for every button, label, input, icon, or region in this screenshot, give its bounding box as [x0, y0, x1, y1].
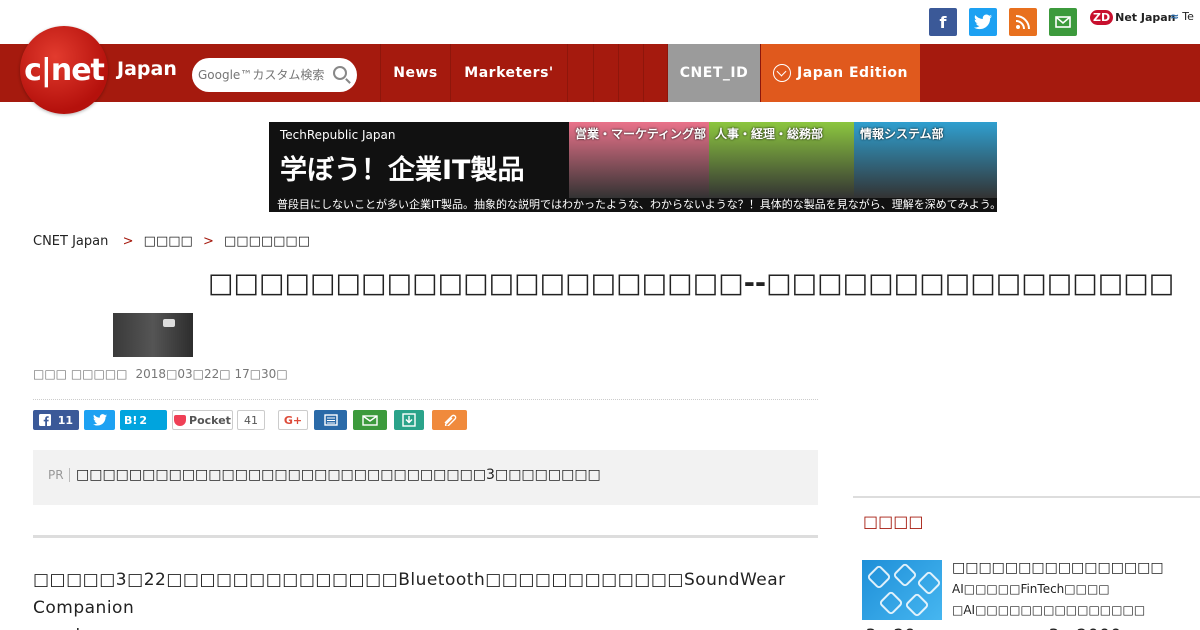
google-plus-icon: G+	[283, 413, 303, 427]
sidebar-item-image[interactable]	[862, 560, 942, 620]
paperclip-icon	[444, 414, 456, 426]
banner-ad[interactable]: TechRepublic Japan 学ぼう！企業IT製品 営業・マーケティング…	[269, 122, 997, 212]
banner-left-panel: TechRepublic Japan 学ぼう！企業IT製品	[269, 122, 569, 198]
nav-item-5[interactable]	[618, 44, 643, 102]
pocket-label: Pocket	[189, 413, 231, 427]
save-button[interactable]	[394, 410, 424, 430]
twitter-bird-icon	[974, 14, 992, 30]
sidebar-title: □□□□	[863, 512, 924, 531]
breadcrumb-level2[interactable]: □□□□□□□	[224, 234, 310, 249]
nav-item-marketers[interactable]: Marketers'	[450, 44, 567, 102]
publish-date: 2018□03□22□ 17□30□	[135, 367, 288, 381]
pr-tag: PR	[48, 468, 70, 482]
pocket-icon	[174, 414, 187, 426]
twitter-icon[interactable]	[969, 8, 997, 36]
clip-button[interactable]	[432, 410, 467, 430]
nav-japan-edition[interactable]: Japan Edition	[760, 44, 920, 102]
mail-share-button[interactable]	[353, 410, 387, 430]
hexagon-icon	[904, 592, 930, 618]
envelope-icon	[1055, 16, 1071, 28]
hexagon-icon	[916, 570, 942, 596]
sidebar-divider	[853, 496, 1200, 498]
pocket-count: 41	[237, 410, 265, 430]
author-photo	[113, 313, 193, 357]
nav-item-news[interactable]: News	[380, 44, 450, 102]
print-icon	[323, 414, 338, 426]
pr-box[interactable]: PR □□□□□□□□□□□□□□□□□□□□□□□□□□□□□□□3□□□□□…	[33, 450, 818, 505]
rss-glyph-icon	[1015, 15, 1030, 30]
author-name[interactable]: □□□ □□□□□	[33, 367, 128, 381]
nav-item-3[interactable]	[567, 44, 593, 102]
mail-icon[interactable]	[1049, 8, 1077, 36]
techrepublic-logo-icon: ≈	[1170, 10, 1180, 23]
hatena-bookmark-icon: B!	[124, 413, 138, 427]
rss-icon[interactable]	[1009, 8, 1037, 36]
cnet-logo-text: c|net	[24, 52, 105, 88]
breadcrumb-level1[interactable]: □□□□	[144, 234, 193, 249]
byline: □□□ □□□□□ 2018□03□22□ 17□30□	[33, 367, 288, 381]
download-icon	[402, 413, 416, 427]
banner-footer: 普段目にしないことが多い企業IT製品。抽象的な説明ではわかったような、わからない…	[269, 198, 997, 212]
zdnet-logo: ZD	[1090, 10, 1114, 25]
cnet-logo[interactable]: c|net	[20, 26, 108, 114]
techrepublic-label: Te	[1182, 10, 1194, 23]
twitter-share-button[interactable]	[84, 410, 115, 430]
article-body: □□□□□3□22□□□□□□□□□□□□□□Bluetooth□□□□□□□□…	[33, 570, 1200, 630]
hexagon-icon	[892, 562, 918, 588]
sidebar-item-title[interactable]: □□□□□□□□□□□□□□□□	[952, 560, 1164, 576]
search-input[interactable]	[198, 65, 328, 85]
nav-japan-edition-label: Japan Edition	[797, 65, 908, 81]
sidebar-item-line2: AI□□□□□FinTech□□□□	[952, 582, 1110, 596]
zdnet-label: Net Japan	[1115, 11, 1176, 24]
sidebar-item-line3: □AI□□□□□□□□□□□□□□□	[952, 603, 1146, 617]
top-social-bar: f ZD Net Japan ≈ Te	[0, 0, 1200, 44]
brand-japan[interactable]: Japan	[117, 58, 177, 80]
search-box[interactable]	[192, 58, 357, 92]
hexagon-icon	[878, 590, 904, 616]
nav-item-4[interactable]	[593, 44, 618, 102]
nav-divider	[643, 44, 667, 102]
breadcrumb-home[interactable]: CNET Japan	[33, 234, 108, 249]
google-plus-button[interactable]: G+	[278, 410, 308, 430]
breadcrumb: CNET Japan > □□□□ > □□□□□□□	[33, 234, 310, 249]
banner-segment-hr-label: 人事・経理・総務部	[715, 127, 824, 141]
search-icon[interactable]	[333, 66, 347, 80]
facebook-share-count: 11	[57, 413, 73, 427]
article-divider	[33, 535, 818, 538]
breadcrumb-separator-icon: >	[202, 234, 214, 249]
nav-item-marketers-label: Marketers'	[464, 65, 554, 81]
banner-brand: TechRepublic Japan	[280, 128, 396, 142]
twitter-share-icon	[92, 414, 107, 426]
techrepublic-link[interactable]: ≈ Te	[1170, 10, 1194, 23]
mail-share-icon	[362, 414, 378, 426]
breadcrumb-separator-icon: >	[118, 234, 134, 249]
banner-headline: 学ぼう！企業IT製品	[280, 155, 525, 186]
chevron-circle-down-icon	[773, 64, 792, 82]
banner-segment-sales-label: 営業・マーケティング部	[575, 127, 707, 141]
banner-segment-it: 情報システム部	[854, 122, 997, 198]
hatena-bookmark-button[interactable]: B! 2	[120, 410, 167, 430]
nav-item-news-label: News	[393, 65, 438, 81]
nav-cnet-id[interactable]: CNET_ID	[667, 44, 760, 102]
banner-segment-hr: 人事・経理・総務部	[709, 122, 854, 198]
hexagon-icon	[866, 564, 892, 590]
facebook-share-button[interactable]: 11	[33, 410, 79, 430]
pocket-button[interactable]: Pocket	[172, 410, 233, 430]
article-title: □□□□□□□□□□□□□□□□□□□□□--□□□□□□□□□□□□□□□□	[208, 268, 1175, 299]
zdnet-japan-link[interactable]: ZD Net Japan	[1090, 10, 1176, 25]
nav-cnet-id-label: CNET_ID	[679, 65, 749, 81]
banner-segment-it-label: 情報システム部	[860, 127, 944, 141]
hatena-count: 2	[139, 413, 148, 427]
facebook-share-icon	[39, 414, 51, 426]
facebook-icon-glyph: f	[939, 12, 947, 32]
facebook-icon[interactable]: f	[929, 8, 957, 36]
print-button[interactable]	[314, 410, 347, 430]
banner-segment-sales: 営業・マーケティング部	[569, 122, 709, 198]
byline-divider	[33, 399, 818, 400]
pr-link[interactable]: □□□□□□□□□□□□□□□□□□□□□□□□□□□□□□□3□□□□□□□□	[76, 467, 601, 483]
